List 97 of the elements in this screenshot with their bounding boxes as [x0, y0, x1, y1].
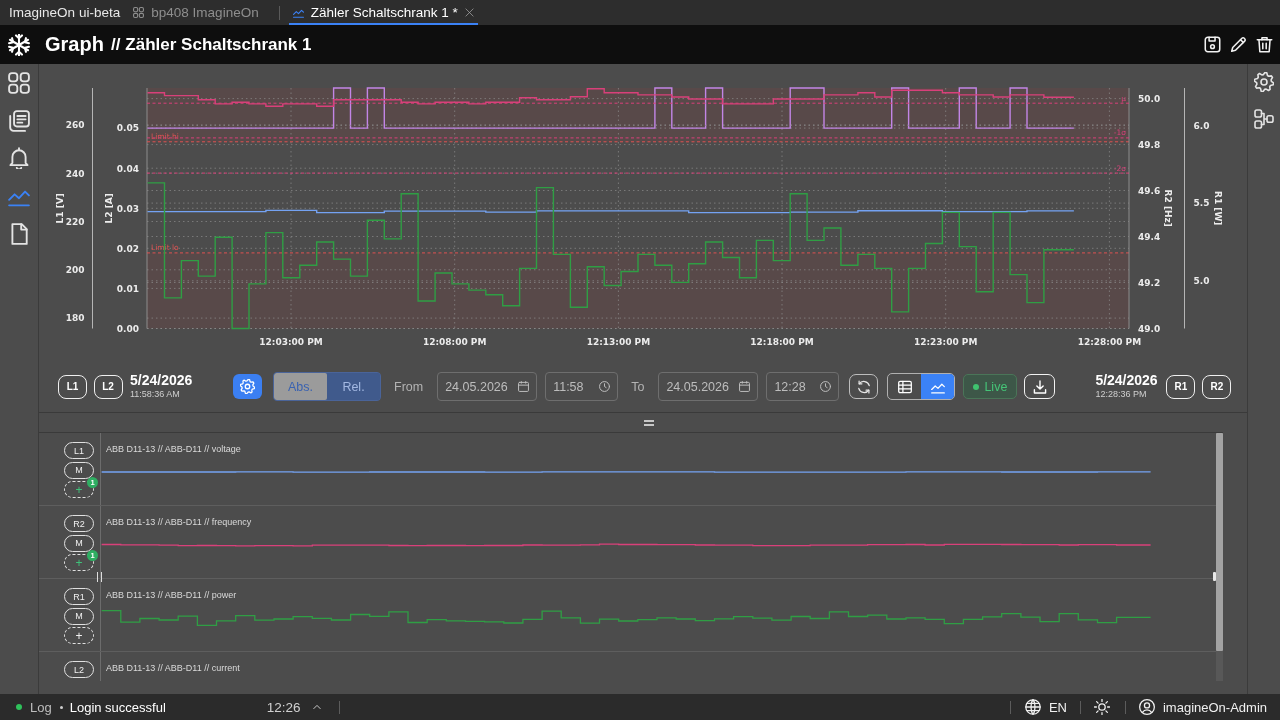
axis-tick-label: 49.4 [1138, 231, 1161, 242]
environment-label: ui-beta [79, 5, 121, 20]
axis-tick-label: 0.01 [116, 283, 139, 294]
settings-button[interactable] [233, 374, 262, 399]
diagram-icon[interactable] [1254, 109, 1274, 129]
axis-button[interactable]: L1 [58, 374, 87, 399]
download-button[interactable] [1024, 374, 1056, 399]
status-dot-icon [973, 383, 980, 390]
calendar-icon [739, 381, 751, 392]
axis-tick-label: 0.00 [116, 323, 139, 334]
axis-tick-label: 5.0 [1193, 276, 1210, 287]
save-icon[interactable] [1203, 36, 1221, 53]
user-name[interactable]: imagineOn-Admin [1162, 699, 1267, 715]
series-title: ABB D11-13 // ABB-D11 // frequency [106, 517, 252, 527]
series-title: ABB D11-13 // ABB-D11 // voltage [106, 444, 241, 454]
clock-icon [820, 381, 832, 392]
live-button[interactable]: Live [963, 374, 1018, 399]
sun-icon[interactable] [1093, 699, 1110, 715]
grid-icon [133, 7, 145, 18]
table-icon [897, 379, 912, 394]
bell-icon[interactable] [8, 147, 30, 170]
axis-tick-label: 50.0 [1138, 93, 1161, 104]
date-field[interactable]: 24.05.2026 [437, 372, 538, 401]
calendar-icon [518, 381, 530, 392]
axis-tick-label: 0.02 [116, 243, 139, 254]
trash-icon[interactable] [1255, 36, 1273, 53]
axis-tick-label: 49.0 [1138, 323, 1161, 334]
field-label: From [394, 379, 424, 394]
axis-tick-label: 12:18:00 PM [750, 337, 814, 347]
range-start-date: 5/24/2026 [130, 373, 194, 388]
title-separator: // [110, 34, 121, 55]
range-start-time: 11:58:36 AM [130, 388, 181, 400]
axis-tick-label: 6.0 [1193, 120, 1210, 131]
field-label: To [631, 379, 645, 394]
axis-tick-label: 12:13:00 PM [586, 337, 651, 347]
axis-tick-label: 0.05 [116, 123, 139, 134]
range-end-time: 12:28:36 PM [1095, 388, 1148, 400]
refresh-icon [856, 379, 871, 394]
segmented-control[interactable]: Abs. Rel. [273, 372, 381, 401]
axis-tick-label: 0.04 [116, 163, 139, 174]
range-end-date: 5/24/2026 [1095, 373, 1159, 388]
globe-icon[interactable] [1024, 699, 1041, 715]
time-field[interactable]: 12:28 [766, 372, 840, 401]
axis-title: R2 [Hz] [1162, 189, 1173, 227]
app-name: ImagineOn [9, 5, 76, 20]
axis-tick-label: 240 [65, 168, 85, 179]
axis-tick-label: 180 [65, 313, 85, 324]
axis-tick-label: 49.8 [1138, 139, 1161, 150]
grid-icon[interactable] [8, 72, 30, 94]
page-title: Zähler Schaltschrank 1 [125, 34, 312, 55]
axis-button[interactable]: R2 [1202, 374, 1232, 399]
axis-title: L2 [A] [104, 193, 115, 224]
axis-tick-label: 0.03 [116, 203, 139, 214]
user-icon[interactable] [1138, 699, 1155, 715]
time-field[interactable]: 11:58 [545, 372, 619, 401]
resize-handle-icon[interactable] [96, 572, 102, 582]
tab[interactable]: bp408 ImagineOn [129, 0, 263, 25]
clock-time: 12:26 [266, 699, 301, 715]
series-title: ABB D11-13 // ABB-D11 // current [106, 663, 240, 673]
view-toggle[interactable] [887, 373, 956, 400]
status-dot-icon [16, 704, 22, 710]
log-label: Log [30, 699, 52, 715]
axis-tick-label: 49.2 [1138, 277, 1161, 288]
bullet-icon [59, 705, 63, 709]
date-field[interactable]: 24.05.2026 [658, 372, 759, 401]
file-icon[interactable] [8, 222, 30, 245]
page-section: Graph [45, 33, 104, 56]
axis-tick-label: 12:08:00 PM [422, 337, 487, 347]
close-icon[interactable] [464, 8, 474, 17]
language-label[interactable]: EN [1048, 699, 1067, 715]
axis-tick-label: 12:03:00 PM [259, 337, 323, 347]
axis-tick-label: 200 [65, 265, 85, 276]
axis-tick-label: 49.6 [1138, 185, 1161, 196]
settings-icon[interactable] [1254, 72, 1274, 92]
axis-button[interactable]: L2 [93, 374, 123, 399]
drag-handle-icon[interactable] [644, 419, 654, 426]
line-chart-icon [292, 7, 304, 18]
axis-tick-label: 220 [65, 216, 85, 227]
axis-tick-label: 12:28:00 PM [1077, 337, 1142, 347]
axis-tick-label: 260 [65, 120, 85, 131]
axis-title: L1 [V] [55, 193, 66, 224]
series-title: ABB D11-13 // ABB-D11 // power [106, 590, 237, 600]
snowflake-icon [8, 33, 30, 56]
clock-icon [599, 381, 611, 392]
refresh-button[interactable] [849, 374, 879, 399]
edit-icon[interactable] [1229, 36, 1247, 53]
axis-tick-label: 12:23:00 PM [913, 337, 978, 347]
resize-handle-icon[interactable] [1213, 572, 1216, 581]
scrollbar[interactable] [1216, 433, 1223, 681]
documents-icon[interactable] [8, 109, 30, 132]
axis-button[interactable]: R1 [1166, 374, 1196, 399]
status-message: Login successful [69, 699, 167, 715]
settings-icon [240, 379, 255, 394]
download-icon [1032, 379, 1047, 394]
axis-title: R1 [W] [1212, 191, 1223, 226]
axis-tick-label: 5.5 [1193, 198, 1210, 209]
caret-icon[interactable] [312, 703, 321, 711]
